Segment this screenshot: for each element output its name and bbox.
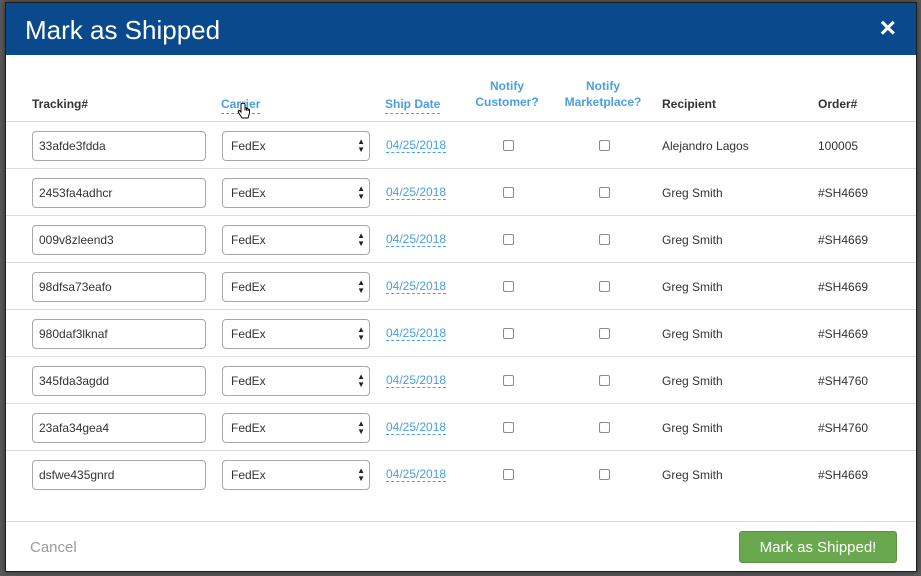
order-cell: #SH4669: [818, 280, 869, 294]
column-header-notify-marketplace[interactable]: Notify Marketplace?: [559, 78, 647, 110]
order-cell: #SH4669: [818, 468, 869, 482]
tracking-input[interactable]: [32, 131, 206, 161]
notify-marketplace-checkbox[interactable]: [599, 422, 610, 433]
table-row: FedEx ▲▼ 04/25/2018 Greg Smith #SH4760: [6, 403, 916, 450]
table-row: FedEx ▲▼ 04/25/2018 Greg Smith #SH4669: [6, 168, 916, 215]
order-cell: #SH4669: [818, 327, 869, 341]
notify-marketplace-checkbox[interactable]: [599, 328, 610, 339]
updown-arrows-icon: ▲ ▼: [357, 137, 365, 154]
carrier-select[interactable]: FedEx ▲ ▼: [222, 460, 370, 490]
column-header-ship-date[interactable]: Ship Date: [385, 96, 441, 114]
notify-marketplace-checkbox[interactable]: [599, 375, 610, 386]
carrier-select[interactable]: FedEx ▲ ▼: [222, 131, 370, 161]
cancel-button[interactable]: Cancel: [30, 539, 77, 556]
dialog-title: Mark as Shipped: [25, 15, 221, 45]
notify-customer-checkbox[interactable]: [503, 422, 514, 433]
notify-customer-line1: Notify: [490, 79, 524, 93]
ship-date-link[interactable]: 04/25/2018: [386, 138, 447, 153]
updown-arrows-icon: ▲ ▼: [357, 466, 365, 483]
carrier-select[interactable]: FedEx ▲ ▼: [222, 366, 370, 396]
tracking-input[interactable]: [32, 460, 206, 490]
updown-arrows-icon: ▲ ▼: [357, 231, 365, 248]
close-icon[interactable]: ×: [880, 13, 896, 43]
notify-customer-checkbox[interactable]: [503, 469, 514, 480]
order-cell: #SH4760: [818, 421, 869, 435]
column-header-recipient: Recipient: [662, 97, 717, 111]
order-cell: #SH4669: [818, 186, 869, 200]
ship-date-link[interactable]: 04/25/2018: [386, 373, 447, 388]
recipient-cell: Greg Smith: [662, 421, 723, 435]
recipient-cell: Greg Smith: [662, 374, 723, 388]
notify-customer-checkbox[interactable]: [503, 140, 514, 151]
table-row: FedEx ▲▼ 04/25/2018 Greg Smith #SH4669: [6, 262, 916, 309]
carrier-select[interactable]: FedEx ▲ ▼: [222, 272, 370, 302]
notify-marketplace-checkbox[interactable]: [599, 187, 610, 198]
column-header-order: Order#: [818, 97, 858, 111]
ship-date-link[interactable]: 04/25/2018: [386, 185, 447, 200]
ship-date-link[interactable]: 04/25/2018: [386, 326, 447, 341]
order-cell: 100005: [818, 139, 859, 153]
notify-customer-checkbox[interactable]: [503, 328, 514, 339]
notify-customer-line2: Customer?: [475, 95, 539, 109]
carrier-selected-value: FedEx: [231, 468, 266, 482]
carrier-select[interactable]: FedEx ▲ ▼: [222, 178, 370, 208]
notify-customer-checkbox[interactable]: [503, 375, 514, 386]
carrier-selected-value: FedEx: [231, 233, 266, 247]
recipient-cell: Alejandro Lagos: [662, 139, 749, 153]
carrier-selected-value: FedEx: [231, 139, 266, 153]
notify-marketplace-checkbox[interactable]: [599, 140, 610, 151]
recipient-cell: Greg Smith: [662, 233, 723, 247]
column-header-tracking: Tracking#: [32, 97, 89, 111]
order-cell: #SH4760: [818, 374, 869, 388]
notify-marketplace-line2: Marketplace?: [564, 95, 642, 109]
updown-arrows-icon: ▲ ▼: [357, 278, 365, 295]
notify-customer-checkbox[interactable]: [503, 281, 514, 292]
tracking-input[interactable]: [32, 413, 206, 443]
carrier-select[interactable]: FedEx ▲ ▼: [222, 225, 370, 255]
tracking-input[interactable]: [32, 225, 206, 255]
recipient-cell: Greg Smith: [662, 468, 723, 482]
updown-arrows-icon: ▲ ▼: [357, 325, 365, 342]
table-row: FedEx ▲▼ 04/25/2018 Greg Smith #SH4669: [6, 450, 916, 497]
dialog-header: Mark as Shipped ×: [6, 3, 916, 55]
notify-marketplace-line1: Notify: [586, 79, 620, 93]
updown-arrows-icon: ▲ ▼: [357, 419, 365, 436]
order-cell: #SH4669: [818, 233, 869, 247]
footer-divider: [6, 521, 916, 522]
mark-as-shipped-button[interactable]: Mark as Shipped!: [739, 531, 897, 563]
tracking-input[interactable]: [32, 272, 206, 302]
carrier-selected-value: FedEx: [231, 280, 266, 294]
ship-date-link[interactable]: 04/25/2018: [386, 232, 447, 247]
recipient-cell: Greg Smith: [662, 280, 723, 294]
updown-arrows-icon: ▲ ▼: [357, 184, 365, 201]
notify-marketplace-checkbox[interactable]: [599, 469, 610, 480]
recipient-cell: Greg Smith: [662, 186, 723, 200]
mark-as-shipped-dialog: Mark as Shipped × Tracking# Carrier Ship…: [5, 2, 917, 572]
tracking-input[interactable]: [32, 366, 206, 396]
recipient-cell: Greg Smith: [662, 327, 723, 341]
notify-marketplace-checkbox[interactable]: [599, 234, 610, 245]
notify-marketplace-checkbox[interactable]: [599, 281, 610, 292]
carrier-selected-value: FedEx: [231, 186, 266, 200]
ship-date-link[interactable]: 04/25/2018: [386, 467, 447, 482]
tracking-input[interactable]: [32, 178, 206, 208]
table-row: FedEx ▲▼ 04/25/2018 Greg Smith #SH4669: [6, 309, 916, 356]
notify-customer-checkbox[interactable]: [503, 234, 514, 245]
ship-date-link[interactable]: 04/25/2018: [386, 279, 447, 294]
hand-pointer-icon: [237, 103, 250, 119]
table-row: FedEx ▲▼ 04/25/2018 Alejandro Lagos 1000…: [6, 121, 916, 168]
carrier-select[interactable]: FedEx ▲ ▼: [222, 413, 370, 443]
column-header-notify-customer[interactable]: Notify Customer?: [472, 78, 542, 110]
ship-date-link[interactable]: 04/25/2018: [386, 420, 447, 435]
carrier-select[interactable]: FedEx ▲ ▼: [222, 319, 370, 349]
carrier-selected-value: FedEx: [231, 374, 266, 388]
table-row: FedEx ▲▼ 04/25/2018 Greg Smith #SH4669: [6, 215, 916, 262]
carrier-selected-value: FedEx: [231, 327, 266, 341]
carrier-selected-value: FedEx: [231, 421, 266, 435]
updown-arrows-icon: ▲ ▼: [357, 372, 365, 389]
tracking-input[interactable]: [32, 319, 206, 349]
notify-customer-checkbox[interactable]: [503, 187, 514, 198]
table-row: FedEx ▲▼ 04/25/2018 Greg Smith #SH4760: [6, 356, 916, 403]
